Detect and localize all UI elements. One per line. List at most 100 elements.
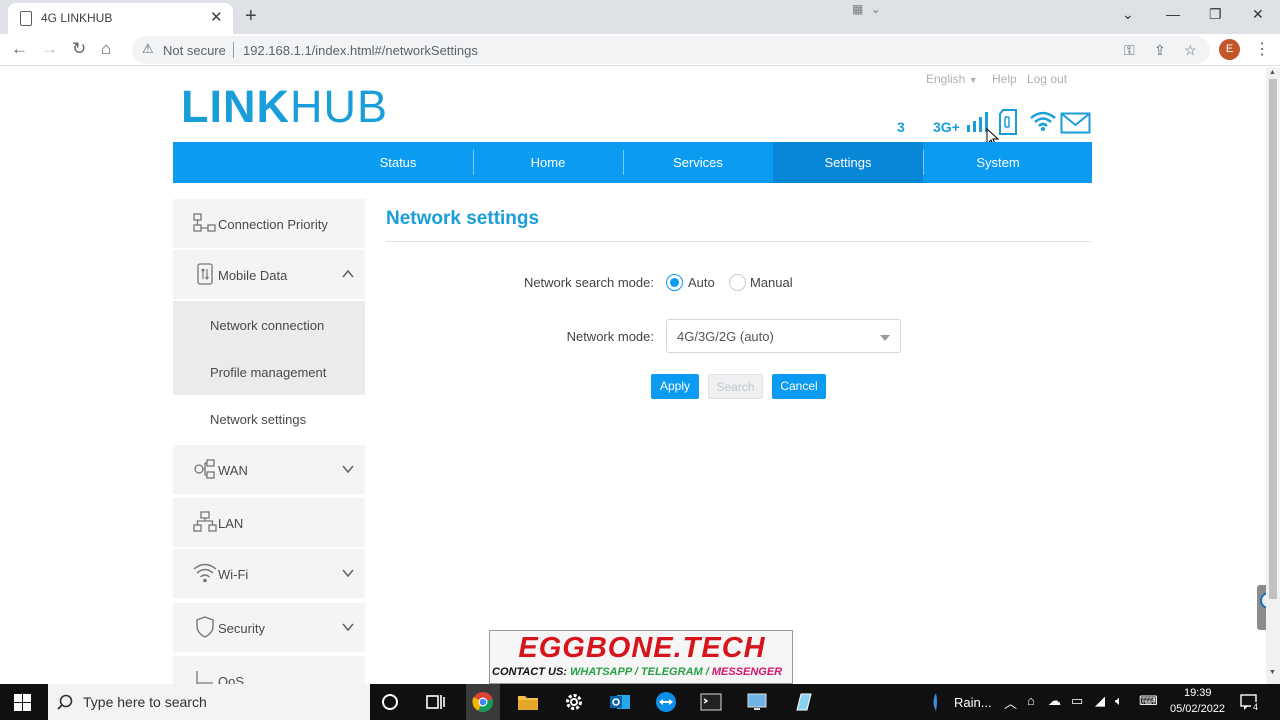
snip-tool-icon[interactable] [791,690,815,714]
reload-icon[interactable]: ↻ [72,39,86,59]
sidebar-item-label: Security [218,621,265,636]
browser-tab-strip: 4G LINKHUB ✕ + ▦ ⌄ ⌄ — ❐ ✕ [0,0,1280,34]
page-scrollbar[interactable]: ▲ ▼ [1266,67,1280,684]
nav-home[interactable]: Home [473,142,623,183]
page-title: Network settings [386,208,540,229]
cortana-icon[interactable] [378,690,402,714]
chevron-down-icon: ▼ [968,75,978,85]
search-mode-manual-label[interactable]: Manual [750,275,793,290]
weather-rain-icon[interactable] [927,690,951,714]
address-bar[interactable]: ⚠ Not secure 192.168.1.1/index.html#/net… [132,36,1210,64]
share-icon[interactable]: ⇪ [1154,42,1166,59]
search-mode-auto-radio[interactable] [666,274,683,291]
sidebar-item-lan[interactable]: LAN [173,498,365,548]
restore-button[interactable]: ❐ [1209,6,1222,23]
search-mode-auto-label[interactable]: Auto [688,275,715,290]
chrome-icon[interactable] [471,690,495,714]
sidebar-item-label: LAN [218,516,244,531]
chevron-down-icon[interactable] [341,566,355,580]
language-label: English [926,72,966,86]
sidebar-subitem-profile-management[interactable]: Profile management [173,348,365,395]
nav-settings[interactable]: Settings [773,142,923,183]
profile-avatar[interactable]: E [1219,39,1240,60]
sidebar-item-connection-priority[interactable]: Connection Priority [173,199,365,249]
apply-button[interactable]: Apply [651,374,699,399]
linkhub-logo: LINKHUB [181,81,389,132]
help-link[interactable]: Help [992,72,1017,86]
mail-icon[interactable] [1060,112,1091,134]
remote-desktop-icon[interactable] [745,690,769,714]
back-arrow-icon[interactable]: ← [11,39,28,59]
settings-gear-icon[interactable] [562,690,586,714]
search-mode-manual-radio[interactable] [729,274,746,291]
search-button[interactable]: Search [708,374,763,399]
chevron-down-icon[interactable] [341,620,355,634]
watermark-contact: CONTACT US: WHATSAPP / TELEGRAM / MESSEN… [492,666,783,678]
chevron-up-icon[interactable] [341,267,355,281]
logout-link[interactable]: Log out [1027,72,1067,86]
eggbone-watermark: EGGBONE.TECH CONTACT US: WHATSAPP / TELE… [489,630,793,684]
terminal-icon[interactable] [699,690,723,714]
clock-date[interactable]: 05/02/2022 [1170,703,1225,715]
taskbar-search-box[interactable]: Type here to search [48,684,370,720]
tab-close-icon[interactable]: ✕ [210,8,223,26]
tray-chevron-up-icon[interactable]: ︿ [1004,693,1017,712]
network-mode-select[interactable]: 4G/3G/2G (auto) [666,319,901,353]
network-mode-label: Network mode: [566,329,654,344]
task-view-icon[interactable] [423,690,447,714]
scroll-thumb[interactable] [1269,79,1277,599]
qos-icon [196,671,213,684]
volume-icon[interactable]: 🔈︎ [1115,693,1123,709]
sidebar-item-security[interactable]: Security [173,603,365,653]
search-icon [57,694,73,710]
windows-taskbar: Type here to search Rain... ︿ ⌂ ☁ ▭ ◢ 🔈︎… [0,684,1280,720]
sidebar-item-wifi[interactable]: Wi-Fi [173,549,365,599]
not-secure-label[interactable]: Not secure [163,43,226,58]
browser-toolbar: ← → ↻ ⌂ ⚠ Not secure 192.168.1.1/index.h… [0,34,1280,66]
sidebar-subitem-label: Profile management [210,365,327,380]
sidebar-item-wan[interactable]: WAN [173,445,365,495]
outlook-icon[interactable] [608,690,632,714]
tab-search-icon[interactable]: ▦ ⌄ [852,2,883,16]
meet-now-icon[interactable]: ⌂ [1027,693,1035,708]
signal-count: 3 [897,119,905,135]
chevron-down-icon[interactable] [341,462,355,476]
browser-tab[interactable]: 4G LINKHUB ✕ [8,3,233,34]
onedrive-icon[interactable]: ☁ [1048,693,1061,709]
teamviewer-taskbar-icon[interactable] [654,690,678,714]
nav-system[interactable]: System [923,142,1073,183]
warning-icon[interactable]: ⚠ [142,41,154,57]
sidebar-item-qos[interactable]: QoS [173,656,365,684]
scroll-down-arrow-icon[interactable]: ▼ [1269,669,1276,676]
url-text[interactable]: 192.168.1.1/index.html#/networkSettings [243,43,478,58]
nav-services[interactable]: Services [623,142,773,183]
language-select[interactable]: English ▼ [926,72,978,86]
nav-status[interactable]: Status [323,142,473,183]
browser-menu-icon[interactable]: ⋮ [1254,39,1270,59]
scroll-up-arrow-icon[interactable]: ▲ [1269,69,1276,76]
key-icon[interactable]: ⚿ [1124,42,1135,59]
forward-arrow-icon[interactable]: → [41,39,58,59]
home-icon[interactable]: ⌂ [101,39,111,59]
clock-time[interactable]: 19:39 [1184,687,1212,699]
network-tray-icon[interactable]: ◢ [1095,693,1105,709]
close-window-button[interactable]: ✕ [1252,6,1264,23]
minimize-button[interactable]: — [1166,6,1180,22]
sidebar-subitem-label: Network connection [210,318,325,333]
title-divider [386,241,1091,242]
weather-label[interactable]: Rain... [954,695,992,710]
page-favicon-icon [20,11,32,26]
windows-start-icon[interactable] [14,694,31,711]
tab-list-chevron-icon[interactable]: ⌄ [1122,6,1134,23]
cancel-button[interactable]: Cancel [772,374,826,399]
sidebar-subitem-network-connection[interactable]: Network connection [173,301,365,348]
file-explorer-icon[interactable] [516,690,540,714]
bookmark-star-icon[interactable]: ☆ [1184,42,1197,59]
new-tab-button[interactable]: + [245,5,257,28]
keyboard-icon[interactable]: ⌨ [1139,693,1158,709]
sidebar-item-label: QoS [218,674,245,684]
sidebar-item-mobile-data[interactable]: Mobile Data [173,250,365,300]
battery-icon[interactable]: ▭ [1071,693,1083,709]
watermark-title: EGGBONE.TECH [518,632,766,664]
sidebar-subitem-network-settings[interactable]: Network settings [173,395,365,442]
